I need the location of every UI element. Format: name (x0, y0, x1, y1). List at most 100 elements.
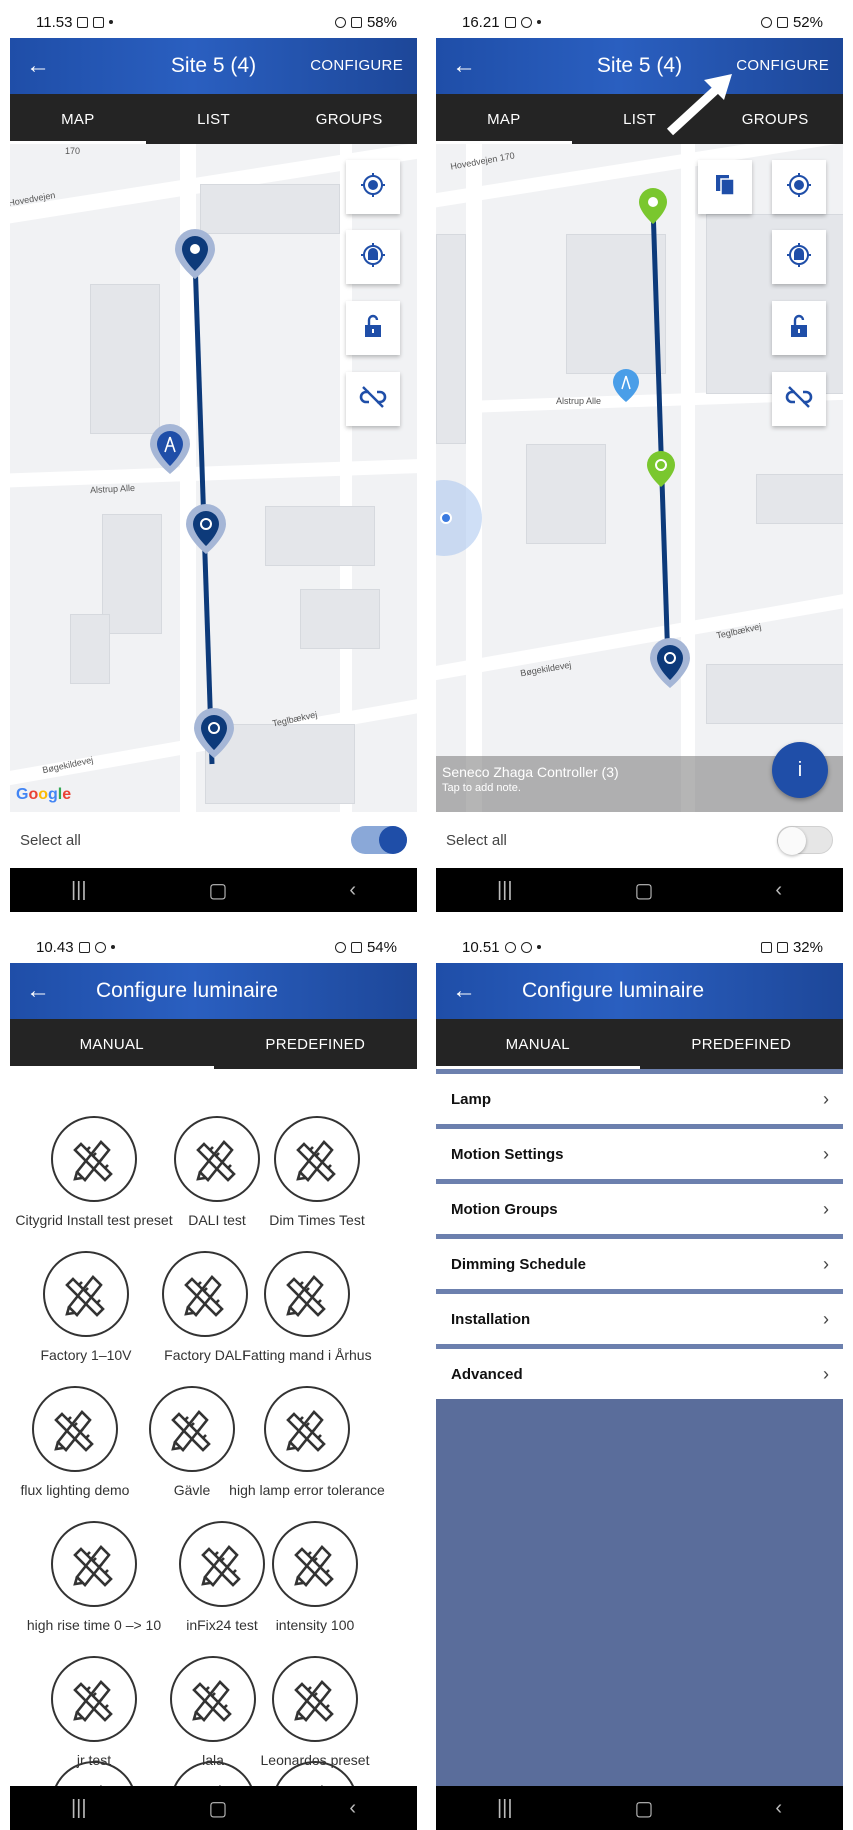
preset-icon (51, 1761, 137, 1786)
preset-icon (272, 1521, 358, 1607)
target-button[interactable] (346, 230, 400, 284)
select-all-toggle[interactable] (351, 826, 407, 854)
tab-predefined[interactable]: PREDEFINED (214, 1019, 418, 1069)
home-icon[interactable]: ▢ (209, 878, 228, 903)
chevron-right-icon: › (823, 1088, 829, 1109)
menu-item-lamp[interactable]: Lamp › (436, 1069, 843, 1124)
tab-map[interactable]: MAP (436, 94, 572, 144)
dot-icon (536, 20, 541, 24)
back-button[interactable]: ← (436, 963, 492, 1019)
tab-groups[interactable]: GROUPS (281, 94, 417, 144)
back-icon[interactable]: ‹ (775, 1797, 782, 1820)
tab-list[interactable]: LIST (146, 94, 282, 144)
locate-button[interactable] (346, 160, 400, 214)
wifi-icon (350, 16, 362, 28)
select-all-row: Select all (436, 812, 843, 868)
copy-button[interactable] (698, 160, 752, 214)
recent-apps-icon[interactable]: ||| (497, 1797, 513, 1820)
back-icon[interactable]: ‹ (775, 879, 782, 902)
system-nav-bar: ||| ▢ ‹ (436, 1786, 843, 1830)
image-icon (93, 16, 105, 28)
unlink-button[interactable] (772, 372, 826, 426)
configure-button[interactable]: CONFIGURE (310, 57, 417, 74)
pointer-arrow (666, 74, 732, 136)
map-view[interactable]: 170 Hovedvejen Alstrup Alle Teglbækvej B… (10, 144, 417, 812)
preset-item[interactable]: Fatting mand i Århus (227, 1251, 387, 1363)
battery-level: 32% (792, 938, 823, 956)
home-icon[interactable]: ▢ (635, 1796, 654, 1821)
back-button[interactable]: ← (10, 963, 66, 1019)
app-bar: ← Configure luminaire (436, 963, 843, 1019)
back-button[interactable]: ← (436, 38, 492, 94)
unlock-button[interactable] (772, 301, 826, 355)
back-button[interactable]: ← (10, 38, 66, 94)
luminaire-pin (194, 708, 234, 758)
menu-item-advanced[interactable]: Advanced › (436, 1344, 843, 1399)
unlink-button[interactable] (346, 372, 400, 426)
luminaire-pin (186, 504, 226, 554)
tab-map[interactable]: MAP (10, 94, 146, 144)
info-fab-button[interactable]: i (772, 742, 828, 798)
recent-apps-icon[interactable]: ||| (497, 879, 513, 902)
target-icon (360, 242, 386, 273)
preset-icon (51, 1521, 137, 1607)
unlink-icon (359, 385, 387, 414)
home-icon[interactable]: ▢ (635, 878, 654, 903)
preset-icon (264, 1386, 350, 1472)
instagram-icon (94, 941, 106, 953)
status-time: 11.53 (36, 13, 73, 31)
alarm-icon (334, 941, 346, 953)
menu-item-motion-settings[interactable]: Motion Settings › (436, 1124, 843, 1179)
menu-item-installation[interactable]: Installation › (436, 1289, 843, 1344)
tab-bar: MAP LIST GROUPS (10, 94, 417, 144)
preset-item[interactable]: high lamp error tolerance (227, 1386, 387, 1498)
status-bar: 10.51 32% (436, 931, 843, 963)
configure-button[interactable]: CONFIGURE (736, 57, 843, 74)
back-icon[interactable]: ‹ (349, 1797, 356, 1820)
chevron-right-icon: › (823, 1308, 829, 1329)
wifi-icon (350, 941, 362, 953)
preset-icon (43, 1251, 129, 1337)
dot-icon (109, 20, 114, 24)
status-bar: 16.21 52% (436, 6, 843, 38)
preset-grid: Citygrid Install test preset DALI test Dim… (10, 1069, 417, 1786)
select-all-label: Select all (446, 831, 507, 849)
preset-label: Dim Times Test (269, 1212, 365, 1228)
select-all-toggle[interactable] (777, 826, 833, 855)
unlock-icon (788, 314, 810, 343)
unlock-button[interactable] (346, 301, 400, 355)
image-icon (78, 941, 90, 953)
tab-manual[interactable]: MANUAL (436, 1019, 640, 1069)
preset-item-partial[interactable] (235, 1761, 395, 1786)
arrow-left-icon: ← (452, 977, 476, 1004)
recent-apps-icon[interactable]: ||| (71, 1797, 87, 1820)
copy-icon (714, 173, 736, 202)
recent-apps-icon[interactable]: ||| (71, 879, 87, 902)
preset-icon (274, 1116, 360, 1202)
antenna-pin (613, 369, 639, 402)
settings-menu: Lamp › Motion Settings › Motion Groups › Di… (436, 1069, 843, 1786)
tab-manual[interactable]: MANUAL (10, 1019, 214, 1069)
menu-item-dimming-schedule[interactable]: Dimming Schedule › (436, 1234, 843, 1289)
map-view[interactable]: Hovedvejen 170 Alstrup Alle Teglbækvej B… (436, 144, 843, 812)
back-icon[interactable]: ‹ (349, 879, 356, 902)
app-bar: ← Site 5 (4) CONFIGURE (10, 38, 417, 94)
preset-icon (149, 1386, 235, 1472)
wifi-icon (776, 16, 788, 28)
chevron-right-icon: › (823, 1253, 829, 1274)
preset-icon (51, 1116, 137, 1202)
home-icon[interactable]: ▢ (209, 1796, 228, 1821)
preset-item[interactable]: intensity 100 (235, 1521, 395, 1633)
target-button[interactable] (772, 230, 826, 284)
dot-icon (110, 945, 115, 949)
app-bar: ← Configure luminaire (10, 963, 417, 1019)
circle-icon (520, 941, 532, 953)
menu-item-motion-groups[interactable]: Motion Groups › (436, 1179, 843, 1234)
locate-button[interactable] (772, 160, 826, 214)
notification-icon (77, 16, 89, 28)
preset-item[interactable]: Leonardos preset (235, 1656, 395, 1768)
preset-icon (272, 1761, 358, 1786)
preset-item[interactable]: Dim Times Test (237, 1116, 397, 1228)
tab-bar: MANUAL PREDEFINED (10, 1019, 417, 1069)
tab-predefined[interactable]: PREDEFINED (640, 1019, 844, 1069)
